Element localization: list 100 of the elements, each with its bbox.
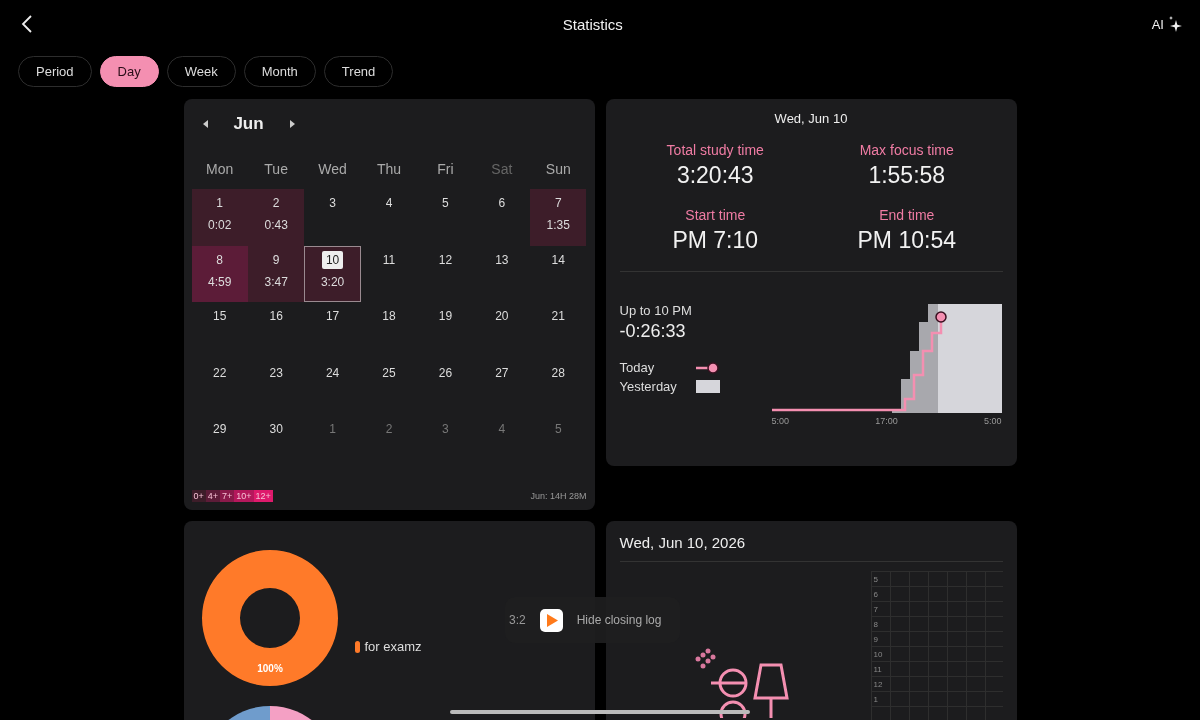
day-number: 26 — [437, 364, 454, 382]
heat-legend-item: 10+ — [234, 490, 254, 502]
calendar-day[interactable]: 24 — [304, 358, 361, 415]
axis-label: 5:00 — [983, 416, 1002, 426]
play-app-icon — [539, 608, 563, 632]
period-tab[interactable]: Period — [18, 56, 92, 87]
calendar-day[interactable]: 10 3:20 — [304, 245, 361, 302]
calendar-day[interactable]: 2 0:43 — [247, 189, 305, 246]
day-number: 4 — [384, 195, 394, 212]
period-tab[interactable]: Trend — [323, 56, 394, 87]
period-tab[interactable]: Month — [243, 56, 316, 87]
calendar-day[interactable]: 5 — [417, 189, 474, 246]
calendar-day[interactable]: 1 — [304, 415, 361, 472]
weekday-label: Mon — [205, 160, 235, 177]
day-number: 7 — [553, 195, 563, 212]
day-number: 3 — [441, 421, 450, 438]
calendar-day[interactable]: 20 — [473, 302, 531, 359]
day-number: 24 — [324, 364, 341, 382]
day-number: 21 — [550, 308, 566, 325]
day-number: 5 — [553, 421, 563, 438]
day-number: 19 — [437, 308, 454, 325]
calendar-day[interactable]: 28 — [530, 358, 587, 415]
axis-label: 17:00 — [875, 416, 898, 426]
calendar-day[interactable]: 25 — [360, 358, 418, 415]
calendar-day[interactable]: 3 — [304, 189, 361, 246]
calendar-day[interactable]: 13 — [473, 245, 531, 302]
day-time: 3:20 — [320, 274, 345, 289]
day-number: 12 — [437, 251, 454, 269]
day-number: 11 — [381, 251, 397, 269]
heat-legend-item: 7+ — [220, 490, 235, 502]
page-title: Statistics — [562, 15, 623, 33]
day-number: 6 — [497, 195, 507, 212]
toast-message[interactable]: Hide closing log — [576, 613, 662, 627]
day-number: 2 — [271, 195, 281, 212]
calendar-day[interactable]: 14 — [530, 245, 587, 302]
stat-label: Total study time — [666, 142, 764, 158]
stat-value: PM 10:54 — [857, 227, 956, 254]
calendar-day[interactable]: 22 — [191, 358, 248, 415]
month-label: Jun — [232, 114, 265, 134]
legend-label: Yesterday — [619, 379, 677, 394]
legend-label: for examz — [364, 639, 422, 654]
hour-label: 1 — [871, 692, 890, 707]
calendar-day[interactable]: 30 — [247, 415, 305, 472]
axis-label: 5:00 — [771, 416, 790, 426]
calendar-day[interactable]: 3 — [417, 415, 474, 472]
calendar-day[interactable]: 2 — [360, 415, 418, 472]
calendar-day[interactable]: 29 — [191, 415, 248, 472]
weekday-label: Fri — [436, 160, 455, 177]
hour-label: 8 — [871, 617, 890, 632]
day-number: 16 — [268, 308, 284, 325]
day-number: 27 — [494, 364, 510, 382]
day-number: 9 — [271, 251, 281, 269]
hour-label: 12 — [871, 677, 890, 692]
day-time: 4:59 — [208, 274, 232, 289]
back-icon[interactable] — [20, 14, 34, 34]
calendar-day[interactable]: 7 1:35 — [530, 189, 587, 246]
share-label: 100% — [256, 663, 283, 674]
calendar-day[interactable]: 9 3:47 — [247, 245, 305, 302]
calendar-day[interactable]: 27 — [473, 358, 531, 415]
period-tab[interactable]: Day — [99, 56, 159, 87]
calendar-day[interactable]: 5 — [530, 415, 587, 472]
calendar-day[interactable]: 16 — [247, 302, 305, 359]
stat-value: 3:20:43 — [676, 162, 754, 189]
stat-value: PM 7:10 — [672, 227, 759, 254]
calendar-day[interactable]: 15 — [191, 302, 248, 359]
weekday-label: Thu — [375, 160, 403, 177]
day-number: 1 — [328, 421, 337, 438]
calendar-day[interactable]: 4 — [360, 189, 418, 246]
calendar-day[interactable]: 11 — [360, 245, 418, 302]
day-number: 5 — [441, 195, 450, 212]
heat-legend-item: 0+ — [191, 490, 206, 502]
day-time: 0:02 — [208, 218, 232, 232]
calendar-day[interactable]: 19 — [417, 302, 474, 359]
hour-label: 11 — [871, 662, 890, 677]
stat-label: Max focus time — [859, 142, 954, 158]
ai-button[interactable]: AI — [1151, 16, 1182, 32]
calendar-day[interactable]: 8 4:59 — [191, 245, 248, 302]
calendar-day[interactable]: 1 0:02 — [191, 189, 248, 246]
calendar-day[interactable]: 4 — [473, 415, 531, 472]
hour-label: 5 — [871, 572, 890, 587]
weekday-label: Wed — [317, 160, 348, 177]
day-number: 25 — [381, 364, 397, 382]
weekday-label: Sun — [544, 160, 572, 177]
day-time: 1:35 — [546, 218, 570, 232]
calendar-day[interactable]: 6 — [473, 189, 531, 246]
calendar-day[interactable]: 17 — [304, 302, 361, 359]
weekday-label: Sat — [490, 160, 514, 177]
calendar-day[interactable]: 23 — [247, 358, 305, 415]
yesterday-swatch-icon — [695, 380, 720, 393]
day-number: 22 — [212, 364, 228, 382]
calendar-day[interactable]: 18 — [360, 302, 418, 359]
period-tab[interactable]: Week — [166, 56, 236, 87]
day-number: 28 — [550, 364, 566, 382]
hour-label: 7 — [871, 602, 890, 617]
calendar-day[interactable]: 12 — [417, 245, 474, 302]
calendar-day[interactable]: 21 — [530, 302, 587, 359]
calendar-day[interactable]: 26 — [417, 358, 474, 415]
day-number: 18 — [381, 308, 397, 325]
stat-label: End time — [879, 207, 935, 223]
timeline-date: Wed, Jun 10, 2026 — [619, 534, 747, 551]
